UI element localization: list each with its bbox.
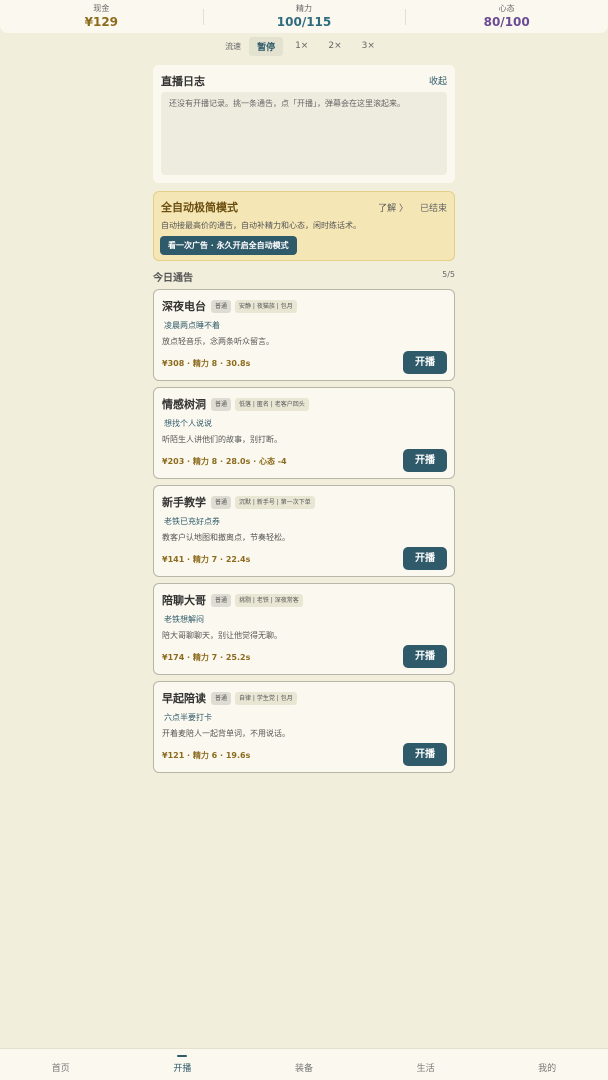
notice-card: 新手教学 普通 沉默 | 新手号 | 第一次下单 老铁已充好点券 教客户认地图和… (153, 485, 455, 577)
energy-stat: 精力 100/115 (202, 3, 406, 30)
notice-stats: ¥308 · 精力 8 · 30.8s (162, 359, 251, 368)
notice-card: 情感树洞 普通 低落 | 匿名 | 老客户回头 想找个人说说 听陌生人讲他们的故… (153, 387, 455, 479)
notice-card: 深夜电台 普通 安静 | 夜猫族 | 包月 凌晨两点睡不着 放点轻音乐，念两条听… (153, 289, 455, 381)
nav-home[interactable]: 首页 (0, 1049, 122, 1080)
notice-card-head: 情感树洞 普通 低落 | 匿名 | 老客户回头 (162, 396, 309, 412)
watch-ad-button[interactable]: 看一次广告 · 永久开启全自动模式 (160, 236, 297, 255)
bottom-nav: 首页 开播 装备 生活 我的 (0, 1048, 608, 1080)
notice-subtitle: 老铁已充好点券 (164, 517, 220, 526)
live-log-box: 还没有开播记录。挑一条通告，点「开播」，弹幕会在这里滚起来。 (161, 92, 447, 175)
notice-description: 教客户认地图和撤离点，节奏轻松。 (162, 533, 290, 542)
stats-bar: 现金 ¥129 精力 100/115 心态 80/100 (0, 0, 608, 33)
speed-1x-button[interactable]: 1× (287, 38, 316, 54)
notices-title: 今日通告 (153, 273, 193, 284)
notice-level-tag: 普通 (211, 299, 232, 313)
energy-label: 精力 (296, 4, 312, 13)
notice-name: 新手教学 (162, 496, 206, 509)
notice-card-head: 深夜电台 普通 安静 | 夜猫族 | 包月 (162, 298, 297, 314)
auto-mode-description: 自动接最高价的通告，自动补精力和心态，闲时练话术。 (161, 221, 361, 230)
notice-level-tag: 普通 (211, 495, 232, 509)
notice-subtitle: 凌晨两点睡不着 (164, 321, 220, 330)
notice-card-head: 早起陪读 普通 自律 | 学生党 | 包月 (162, 690, 297, 706)
nav-live[interactable]: 开播 (122, 1049, 244, 1080)
cash-stat: 现金 ¥129 (0, 3, 203, 30)
notice-traits-tag: 低落 | 匿名 | 老客户回头 (235, 397, 309, 411)
notice-card: 陪聊大哥 普通 挑剔 | 老铁 | 深夜常客 老铁想解闷 陪大哥聊聊天，别让他觉… (153, 583, 455, 675)
auto-mode-status: 已结束 (419, 204, 447, 214)
mood-label: 心态 (498, 4, 515, 13)
notice-traits-tag: 挑剔 | 老铁 | 深夜常客 (235, 593, 303, 607)
mood-stat: 心态 80/100 (405, 3, 608, 30)
speed-label: 流速 (225, 41, 242, 51)
notice-traits-tag: 安静 | 夜猫族 | 包月 (235, 299, 297, 313)
notice-card-head: 陪聊大哥 普通 挑剔 | 老铁 | 深夜常客 (162, 592, 303, 608)
nav-active-indicator (177, 1055, 188, 1057)
nav-life[interactable]: 生活 (365, 1049, 487, 1080)
speed-control: 流速 暂停 1× 2× 3× (0, 36, 608, 56)
speed-2x-button[interactable]: 2× (320, 38, 349, 54)
live-log-empty-text: 还没有开播记录。挑一条通告，点「开播」，弹幕会在这里滚起来。 (169, 99, 405, 108)
notice-list: 深夜电台 普通 安静 | 夜猫族 | 包月 凌晨两点睡不着 放点轻音乐，念两条听… (153, 289, 455, 779)
notice-stats: ¥203 · 精力 8 · 28.0s · 心态 -4 (162, 457, 287, 466)
notices-count: 5/5 (442, 270, 455, 279)
notice-name: 深夜电台 (162, 300, 206, 313)
speed-3x-button[interactable]: 3× (354, 38, 383, 54)
live-log-panel: 直播日志 收起 还没有开播记录。挑一条通告，点「开播」，弹幕会在这里滚起来。 (153, 65, 455, 183)
nav-profile[interactable]: 我的 (486, 1049, 608, 1080)
learn-more-link[interactable]: 了解 〉 (378, 201, 408, 214)
go-live-button[interactable]: 开播 (403, 743, 447, 766)
notice-level-tag: 普通 (211, 397, 232, 411)
notice-subtitle: 想找个人说说 (164, 419, 212, 428)
go-live-button[interactable]: 开播 (403, 645, 447, 668)
notices-header: 今日通告 5/5 (153, 268, 455, 284)
go-live-button[interactable]: 开播 (403, 449, 447, 472)
notice-level-tag: 普通 (211, 593, 232, 607)
notice-card: 早起陪读 普通 自律 | 学生党 | 包月 六点半要打卡 开着麦陪人一起背单词，… (153, 681, 455, 773)
notice-subtitle: 老铁想解闷 (164, 615, 204, 624)
notice-name: 陪聊大哥 (162, 594, 206, 607)
notice-card-head: 新手教学 普通 沉默 | 新手号 | 第一次下单 (162, 494, 315, 510)
notice-traits-tag: 沉默 | 新手号 | 第一次下单 (235, 495, 315, 509)
notice-subtitle: 六点半要打卡 (164, 713, 212, 722)
notice-description: 开着麦陪人一起背单词，不用说话。 (162, 729, 290, 738)
notice-level-tag: 普通 (211, 691, 232, 705)
cash-value: ¥129 (84, 15, 119, 29)
cash-label: 现金 (93, 4, 110, 13)
notice-description: 陪大哥聊聊天，别让他觉得无聊。 (162, 631, 282, 640)
notice-description: 放点轻音乐，念两条听众留言。 (162, 337, 274, 346)
go-live-button[interactable]: 开播 (403, 351, 447, 374)
nav-equipment[interactable]: 装备 (243, 1049, 365, 1080)
mood-value: 80/100 (483, 15, 530, 29)
auto-mode-title: 全自动极简模式 (161, 201, 238, 214)
go-live-button[interactable]: 开播 (403, 547, 447, 570)
notice-stats: ¥121 · 精力 6 · 19.6s (162, 751, 251, 760)
notice-stats: ¥174 · 精力 7 · 25.2s (162, 653, 251, 662)
nav-live-label: 开播 (173, 1064, 192, 1074)
collapse-button[interactable]: 收起 (429, 74, 447, 87)
notice-name: 情感树洞 (162, 398, 206, 411)
notice-name: 早起陪读 (162, 692, 206, 705)
speed-pause-button[interactable]: 暂停 (249, 36, 284, 56)
notice-description: 听陌生人讲他们的故事，别打断。 (162, 435, 282, 444)
energy-value: 100/115 (276, 15, 332, 29)
live-log-title: 直播日志 (161, 75, 205, 88)
auto-mode-panel: 全自动极简模式 了解 〉 已结束 自动接最高价的通告，自动补精力和心态，闲时练话… (153, 191, 455, 261)
notice-stats: ¥141 · 精力 7 · 22.4s (162, 555, 251, 564)
notice-traits-tag: 自律 | 学生党 | 包月 (235, 691, 297, 705)
